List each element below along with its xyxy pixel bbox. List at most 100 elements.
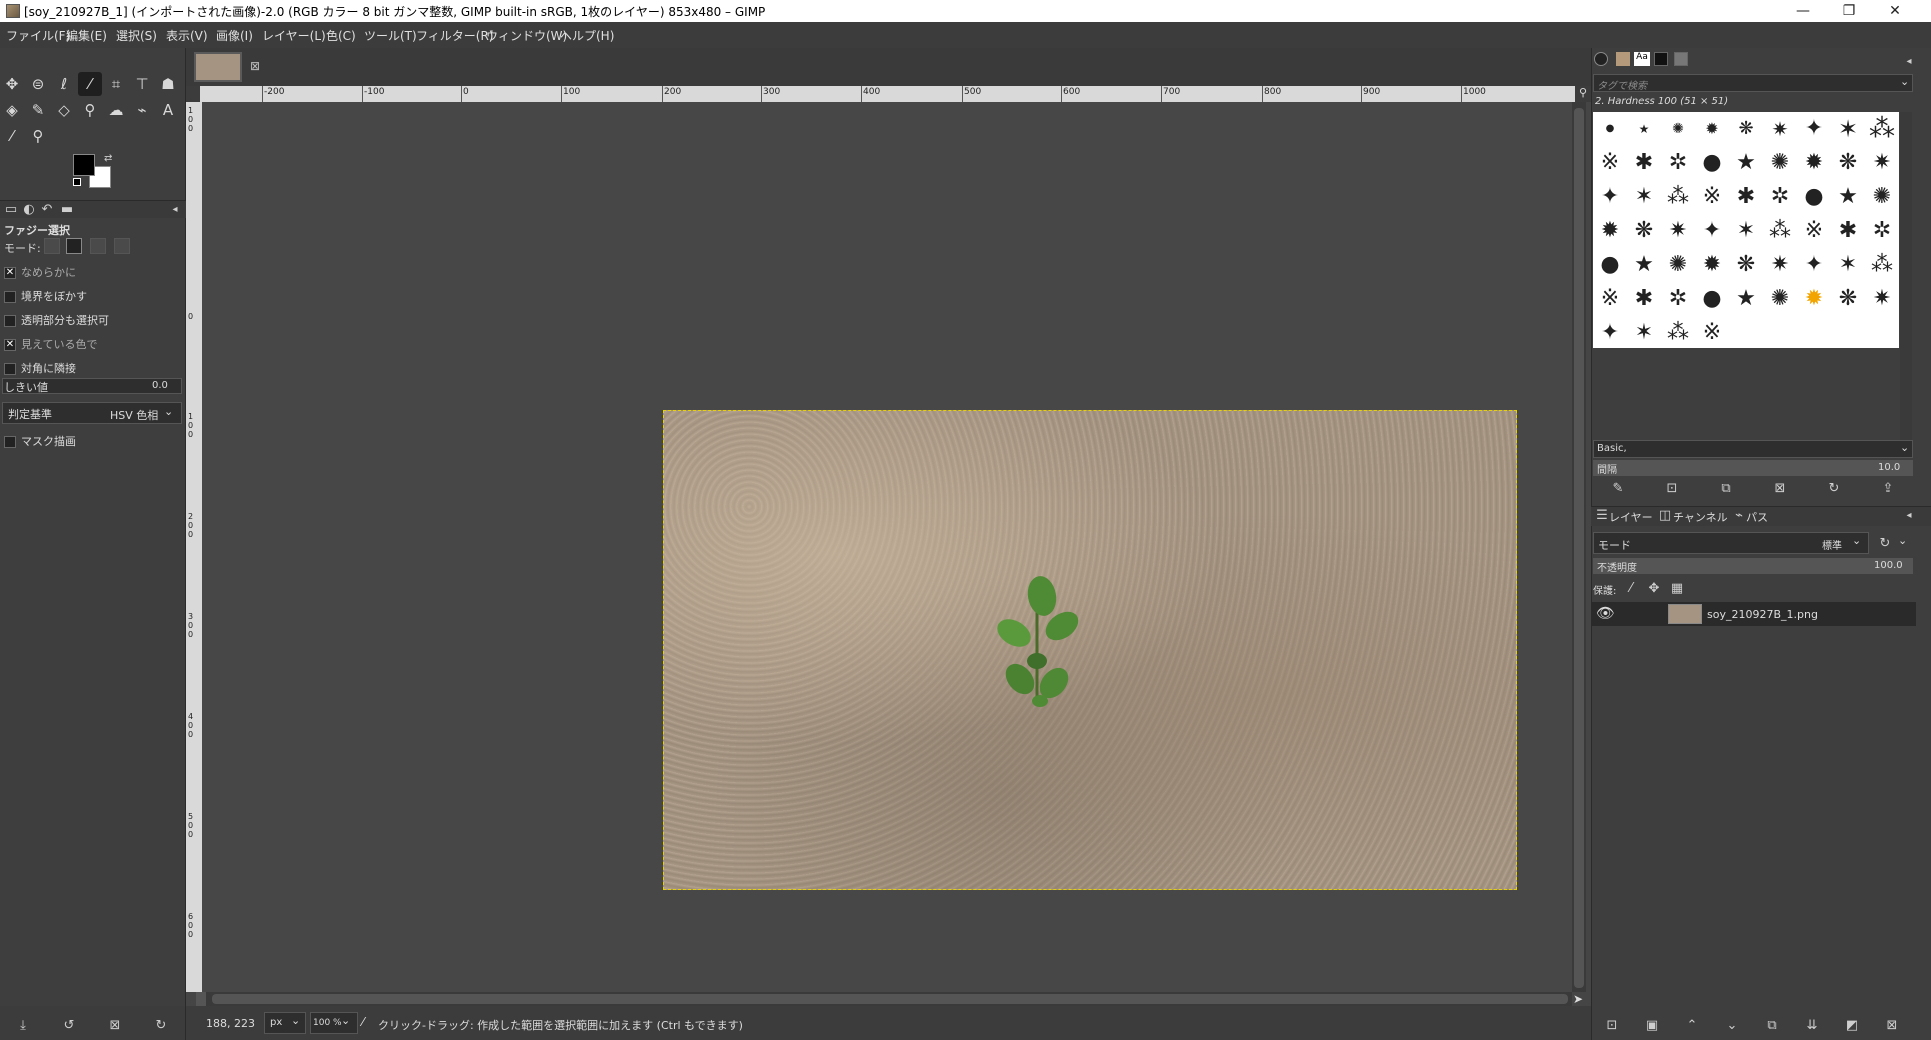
spacing-slider[interactable] — [1593, 460, 1913, 476]
transform-tool-icon[interactable]: ⊤ — [130, 72, 154, 96]
brush-thumbnail[interactable]: ✱ — [1729, 180, 1763, 214]
opacity-slider[interactable] — [1593, 558, 1913, 574]
feather-option[interactable]: 境界をぼかす — [4, 288, 87, 304]
eraser-tool-icon[interactable]: ◇ — [52, 98, 76, 122]
menu-filters[interactable]: フィルター(R) — [416, 27, 493, 44]
new-layer-icon[interactable]: ⊡ — [1601, 1016, 1623, 1036]
lock-pixels-icon[interactable]: ⁄ — [1620, 579, 1642, 599]
canvas-area[interactable] — [202, 102, 1572, 992]
fuzzy-select-tool-icon[interactable]: ⁄ — [78, 72, 102, 96]
brush-thumbnail[interactable]: ✷ — [1865, 146, 1899, 180]
move-tool-icon[interactable]: ✥ — [0, 72, 24, 96]
brush-thumbnail[interactable]: ※ — [1797, 214, 1831, 248]
delete-brush-icon[interactable]: ⊠ — [1769, 479, 1791, 499]
paintbrush-tool-icon[interactable]: ✎ — [26, 98, 50, 122]
brush-thumbnail[interactable]: ✦ — [1797, 112, 1831, 146]
swap-colors-icon[interactable]: ⇄ — [104, 153, 112, 164]
menu-layer[interactable]: レイヤー(L) — [262, 27, 326, 44]
menu-file[interactable]: ファイル(F) — [6, 27, 70, 44]
merge-down-icon[interactable]: ⇊ — [1801, 1016, 1823, 1036]
brush-thumbnail[interactable]: ✶ — [1729, 214, 1763, 248]
brush-thumbnail[interactable]: ※ — [1593, 146, 1627, 180]
document-history-tab-icon[interactable] — [1654, 52, 1668, 66]
brush-thumbnail[interactable]: ※ — [1593, 282, 1627, 316]
brush-thumbnail[interactable]: ✶ — [1627, 180, 1661, 214]
text-tool-icon[interactable]: A — [156, 98, 180, 122]
brush-thumbnail[interactable]: ✦ — [1593, 180, 1627, 214]
reset-options-icon[interactable]: ↻ — [150, 1016, 172, 1036]
brush-preset-select[interactable] — [1593, 440, 1913, 458]
brush-thumbnail[interactable]: ✹ — [1797, 146, 1831, 180]
warp-tool-icon[interactable]: ☗ — [156, 72, 180, 96]
brush-thumbnail[interactable]: ❋ — [1627, 214, 1661, 248]
brush-thumbnail[interactable]: ✹ — [1593, 214, 1627, 248]
brush-thumbnail[interactable]: ✺ — [1763, 282, 1797, 316]
brush-thumbnail[interactable]: ✱ — [1831, 214, 1865, 248]
draw-mask-option[interactable]: マスク描画 — [4, 433, 76, 449]
minimize-button[interactable]: — — [1780, 0, 1826, 22]
patterns-tab-icon[interactable] — [1616, 52, 1630, 66]
menu-edit[interactable]: 編集(E) — [66, 27, 107, 44]
duplicate-brush-icon[interactable]: ⧉ — [1715, 479, 1737, 499]
menu-view[interactable]: 表示(V) — [166, 27, 208, 44]
edit-brush-icon[interactable]: ✎ — [1607, 479, 1629, 499]
paths-tool-icon[interactable]: ⌁ — [130, 98, 154, 122]
quick-mask-toggle[interactable] — [196, 992, 206, 1006]
image-canvas[interactable] — [663, 410, 1517, 890]
brush-thumbnail[interactable]: ✷ — [1763, 248, 1797, 282]
panel-menu-icon[interactable]: ◂ — [164, 200, 186, 220]
undo-history-tab-icon[interactable]: ↶ — [36, 200, 58, 220]
crop-tool-icon[interactable]: ⌗ — [104, 72, 128, 96]
mode-replace-button[interactable] — [44, 238, 60, 254]
new-brush-icon[interactable]: ⊡ — [1661, 479, 1683, 499]
tab-layers[interactable]: レイヤー — [1609, 509, 1653, 525]
menu-image[interactable]: 画像(I) — [216, 27, 253, 44]
menu-windows[interactable]: ウィンドウ(W) — [486, 27, 567, 44]
foreground-color-swatch[interactable] — [73, 154, 95, 176]
sample-merged-option[interactable]: ✕ 見えている色で — [4, 336, 97, 352]
composite-chevron-down-icon[interactable]: ⌄ — [1898, 534, 1907, 547]
brush-thumbnail[interactable]: ✹ — [1695, 248, 1729, 282]
mode-add-button[interactable] — [66, 238, 82, 254]
mode-intersect-button[interactable] — [114, 238, 130, 254]
brush-thumbnail[interactable]: ⁂ — [1661, 180, 1695, 214]
images-tab-icon[interactable]: ▬ — [56, 200, 78, 220]
save-options-icon[interactable]: ⤓ — [12, 1016, 34, 1036]
feather-checkbox[interactable] — [4, 291, 16, 303]
delete-layer-icon[interactable]: ⊠ — [1881, 1016, 1903, 1036]
brush-thumbnail[interactable]: ✺ — [1763, 146, 1797, 180]
brush-thumbnail[interactable]: ✷ — [1763, 112, 1797, 146]
lower-layer-icon[interactable]: ⌄ — [1721, 1016, 1743, 1036]
brush-thumbnail[interactable]: ✺ — [1661, 112, 1695, 146]
brush-thumbnail[interactable]: ❋ — [1729, 248, 1763, 282]
delete-options-icon[interactable]: ⊠ — [104, 1016, 126, 1036]
vertical-scroll-thumb[interactable] — [1574, 108, 1584, 988]
brush-thumbnail[interactable]: ✱ — [1627, 146, 1661, 180]
brush-grid-scrollbar[interactable] — [1900, 112, 1912, 442]
brush-thumbnail[interactable]: ※ — [1695, 316, 1729, 350]
brush-thumbnail[interactable]: ❋ — [1831, 146, 1865, 180]
zoom-lock-icon[interactable]: ⚲ — [1575, 86, 1591, 102]
brush-thumbnail[interactable]: ✦ — [1797, 248, 1831, 282]
brush-thumbnail[interactable]: ✺ — [1865, 180, 1899, 214]
close-button[interactable]: ✕ — [1872, 0, 1918, 22]
close-tab-icon[interactable]: ⊠ — [250, 59, 260, 73]
brush-thumbnail[interactable]: ✲ — [1763, 180, 1797, 214]
menu-tools[interactable]: ツール(T) — [364, 27, 417, 44]
diagonal-option[interactable]: 対角に隣接 — [4, 360, 76, 376]
diagonal-checkbox[interactable] — [4, 363, 16, 375]
bucket-fill-tool-icon[interactable]: ◈ — [0, 98, 24, 122]
antialias-option[interactable]: ✕ なめらかに — [4, 264, 76, 280]
image-tab-thumbnail[interactable] — [194, 52, 242, 82]
tab-channels[interactable]: チャンネル — [1673, 509, 1728, 525]
brush-thumbnail[interactable]: ※ — [1695, 180, 1729, 214]
brush-thumbnail[interactable]: ⁂ — [1865, 248, 1899, 282]
color-picker-tool-icon[interactable]: ⁄ — [0, 124, 24, 148]
tab-paths[interactable]: パス — [1746, 509, 1768, 525]
brush-thumbnail[interactable]: ✦ — [1695, 214, 1729, 248]
brush-thumbnail[interactable]: ⁂ — [1763, 214, 1797, 248]
brush-thumbnail[interactable]: ★ — [1729, 146, 1763, 180]
brush-thumbnail[interactable]: ★ — [1627, 248, 1661, 282]
duplicate-layer-icon[interactable]: ⧉ — [1761, 1016, 1783, 1036]
lock-alpha-icon[interactable]: ▦ — [1666, 579, 1688, 599]
